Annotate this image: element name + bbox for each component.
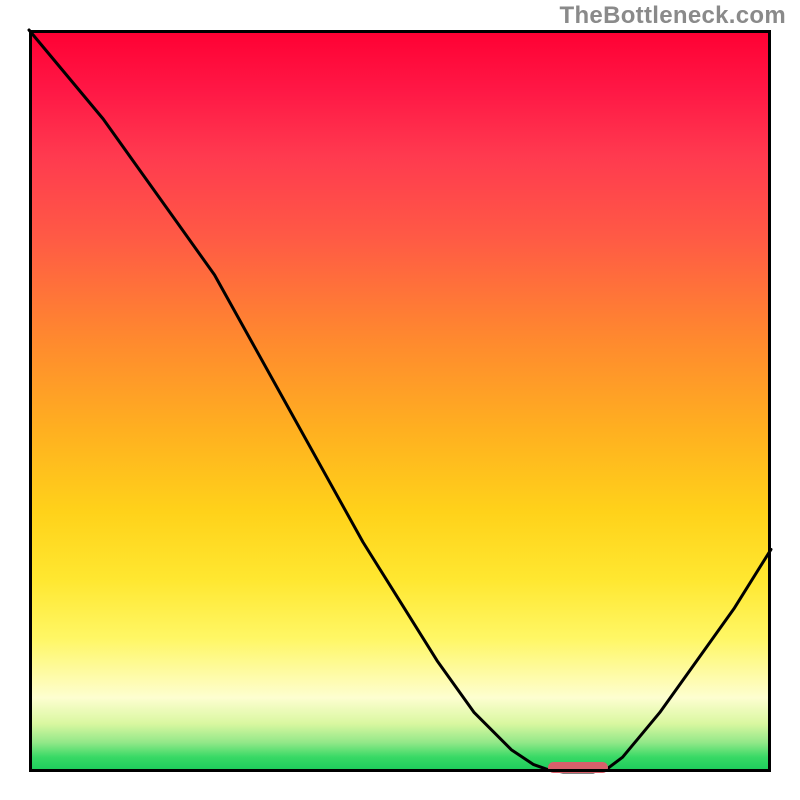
optimal-range-marker — [548, 762, 607, 773]
bottleneck-curve-path — [29, 30, 771, 772]
watermark-text: TheBottleneck.com — [560, 2, 786, 30]
bottleneck-curve-svg — [29, 30, 771, 772]
plot-area — [29, 30, 771, 772]
chart-container: TheBottleneck.com — [0, 0, 800, 800]
